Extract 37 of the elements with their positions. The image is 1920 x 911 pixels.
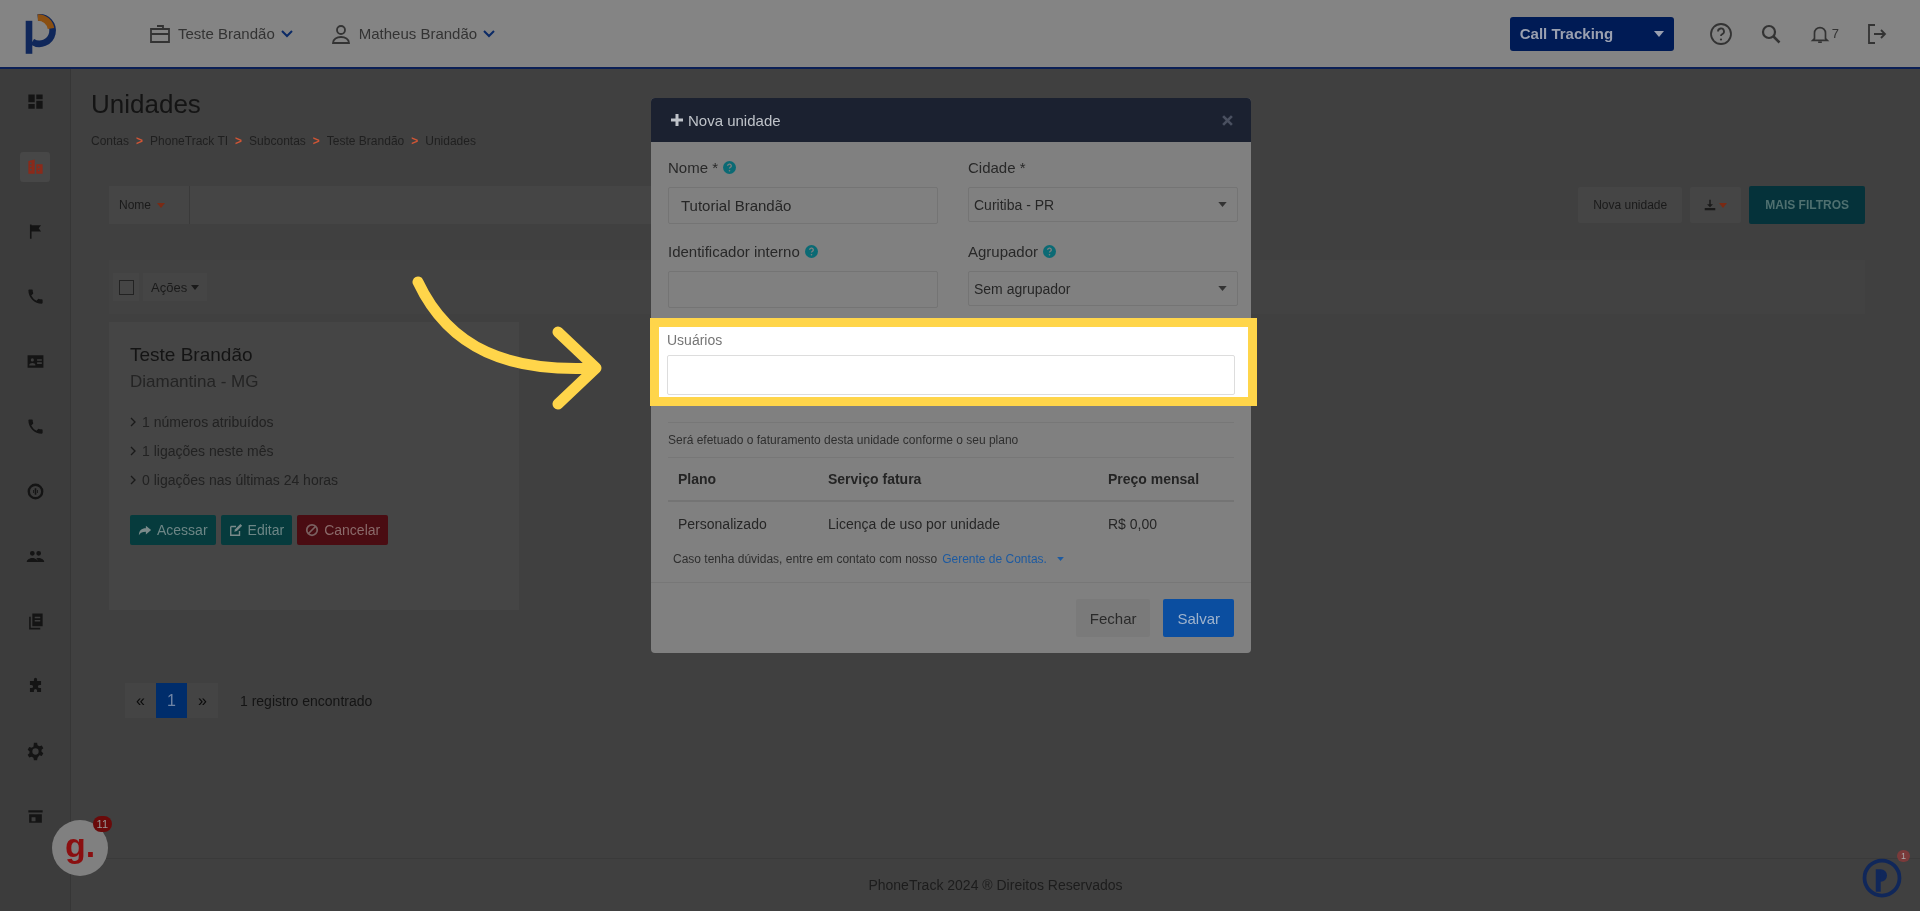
billing-note: Será efetuado o faturamento desta unidade conforme o seu plano <box>668 422 1234 447</box>
field-label: Agrupador <box>968 242 1039 260</box>
save-button[interactable]: Salvar <box>1163 599 1234 637</box>
next-page-button[interactable]: » <box>187 683 218 718</box>
more-filters-button[interactable]: MAIS FILTROS <box>1749 186 1865 224</box>
breadcrumb-separator: > <box>136 134 144 148</box>
page-button[interactable]: 1 <box>156 683 187 718</box>
breadcrumb-separator: > <box>312 134 320 148</box>
close-button[interactable]: Fechar <box>1075 599 1151 637</box>
column-header: Preço mensal <box>1098 457 1234 501</box>
notification-badge: 11 <box>92 816 112 832</box>
column-header: Serviço fatura <box>818 457 1098 501</box>
user-menu[interactable]: Matheus Brandão <box>328 21 496 46</box>
account-manager-link[interactable]: Gerente de Contas. <box>942 552 1047 566</box>
table-cell: Personalizado <box>668 501 818 546</box>
notifications-button[interactable]: 7 <box>1808 22 1839 45</box>
cancel-button[interactable]: Cancelar <box>297 515 389 545</box>
field-label: Identificador interno <box>668 242 800 260</box>
previous-page-button[interactable]: « <box>125 683 156 718</box>
breadcrumb-separator: > <box>411 134 419 148</box>
column-header: Plano <box>668 457 818 501</box>
select-field[interactable]: Curitiba - PR <box>968 187 1238 222</box>
field-label: Cidade * <box>968 158 1026 176</box>
table-cell: Licença de uso por unidade <box>818 501 1098 546</box>
contact-text: Caso tenha dúvidas, entre em contato com nosso <box>673 552 938 566</box>
table-cell: R$ 0,00 <box>1098 501 1234 546</box>
edit-button[interactable]: Editar <box>220 515 293 545</box>
select-field[interactable]: Sem agrupador <box>968 271 1238 306</box>
notification-badge: 1 <box>1897 850 1910 862</box>
dialog-title: Nova unidade <box>688 111 781 129</box>
breadcrumb-separator: > <box>235 134 243 148</box>
product-select[interactable]: Call Tracking <box>1509 16 1674 51</box>
field-label: Nome * <box>668 158 719 176</box>
text-field[interactable]: Tutorial Brandão <box>668 187 938 224</box>
access-button[interactable]: Acessar <box>130 515 216 545</box>
field-label: Usuários <box>667 331 724 350</box>
account-menu[interactable]: Teste Brandão <box>148 21 293 46</box>
